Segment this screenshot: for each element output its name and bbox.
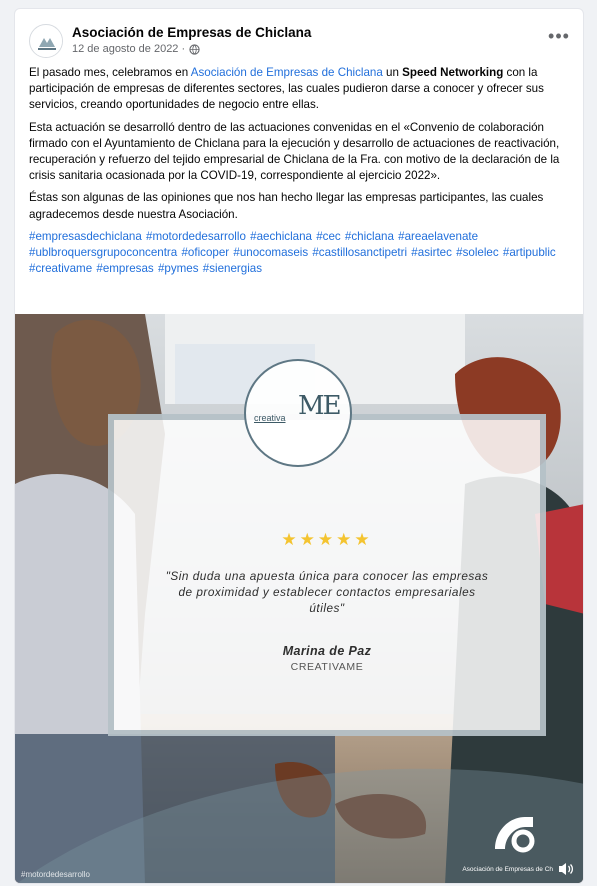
sound-icon[interactable]: [557, 861, 575, 877]
hashtag-watermark: #motordedesarrollo: [21, 870, 90, 879]
testimonial-company: CREATIVAME: [290, 661, 364, 673]
hashtag-links[interactable]: #empresasdechiclana #motordedesarrollo #…: [29, 229, 577, 278]
page-name-link[interactable]: Asociación de Empresas de Chiclana: [72, 25, 311, 40]
page-avatar[interactable]: [29, 24, 63, 58]
testimonial-author: Marina de Paz: [282, 644, 372, 658]
post-meta: 12 de agosto de 2022 ·: [72, 43, 200, 55]
paragraph-1: El pasado mes, celebramos en Asociación …: [29, 65, 577, 114]
text-span: El pasado mes, celebramos en: [29, 66, 191, 79]
logo-letters: ME: [298, 391, 342, 421]
post-date[interactable]: 12 de agosto de 2022 ·: [72, 43, 185, 55]
post-image[interactable]: ★★★★★ "Sin duda una apuesta única para c…: [15, 314, 583, 883]
post-body: El pasado mes, celebramos en Asociación …: [29, 65, 577, 283]
post-card: Asociación de Empresas de Chiclana 12 de…: [14, 8, 584, 884]
association-brand: Asociación de Empresas de Ch: [462, 809, 577, 879]
association-brand-text: Asociación de Empresas de Ch: [462, 866, 553, 873]
logo-text: creativa: [254, 413, 286, 423]
paragraph-3: Éstas son algunas de las opiniones que n…: [29, 191, 544, 221]
rating-stars: ★★★★★: [281, 530, 373, 549]
post-header: Asociación de Empresas de Chiclana 12 de…: [29, 21, 573, 61]
testimonial-quote: "Sin duda una apuesta única para conocer…: [165, 569, 489, 615]
paragraph-2: Esta actuación se desarrolló dentro de l…: [29, 120, 560, 183]
more-options-button[interactable]: •••: [545, 27, 573, 51]
association-mention-link[interactable]: Asociación de Empresas de Chiclana: [191, 66, 383, 79]
creativame-logo: creativa ME: [244, 359, 352, 467]
globe-icon: [189, 43, 200, 55]
text-span: un: [382, 66, 403, 79]
speed-networking-bold: Speed Networking: [402, 66, 504, 79]
testimonial-panel: ★★★★★ "Sin duda una apuesta única para c…: [108, 414, 546, 736]
association-logo-icon: [495, 817, 535, 853]
